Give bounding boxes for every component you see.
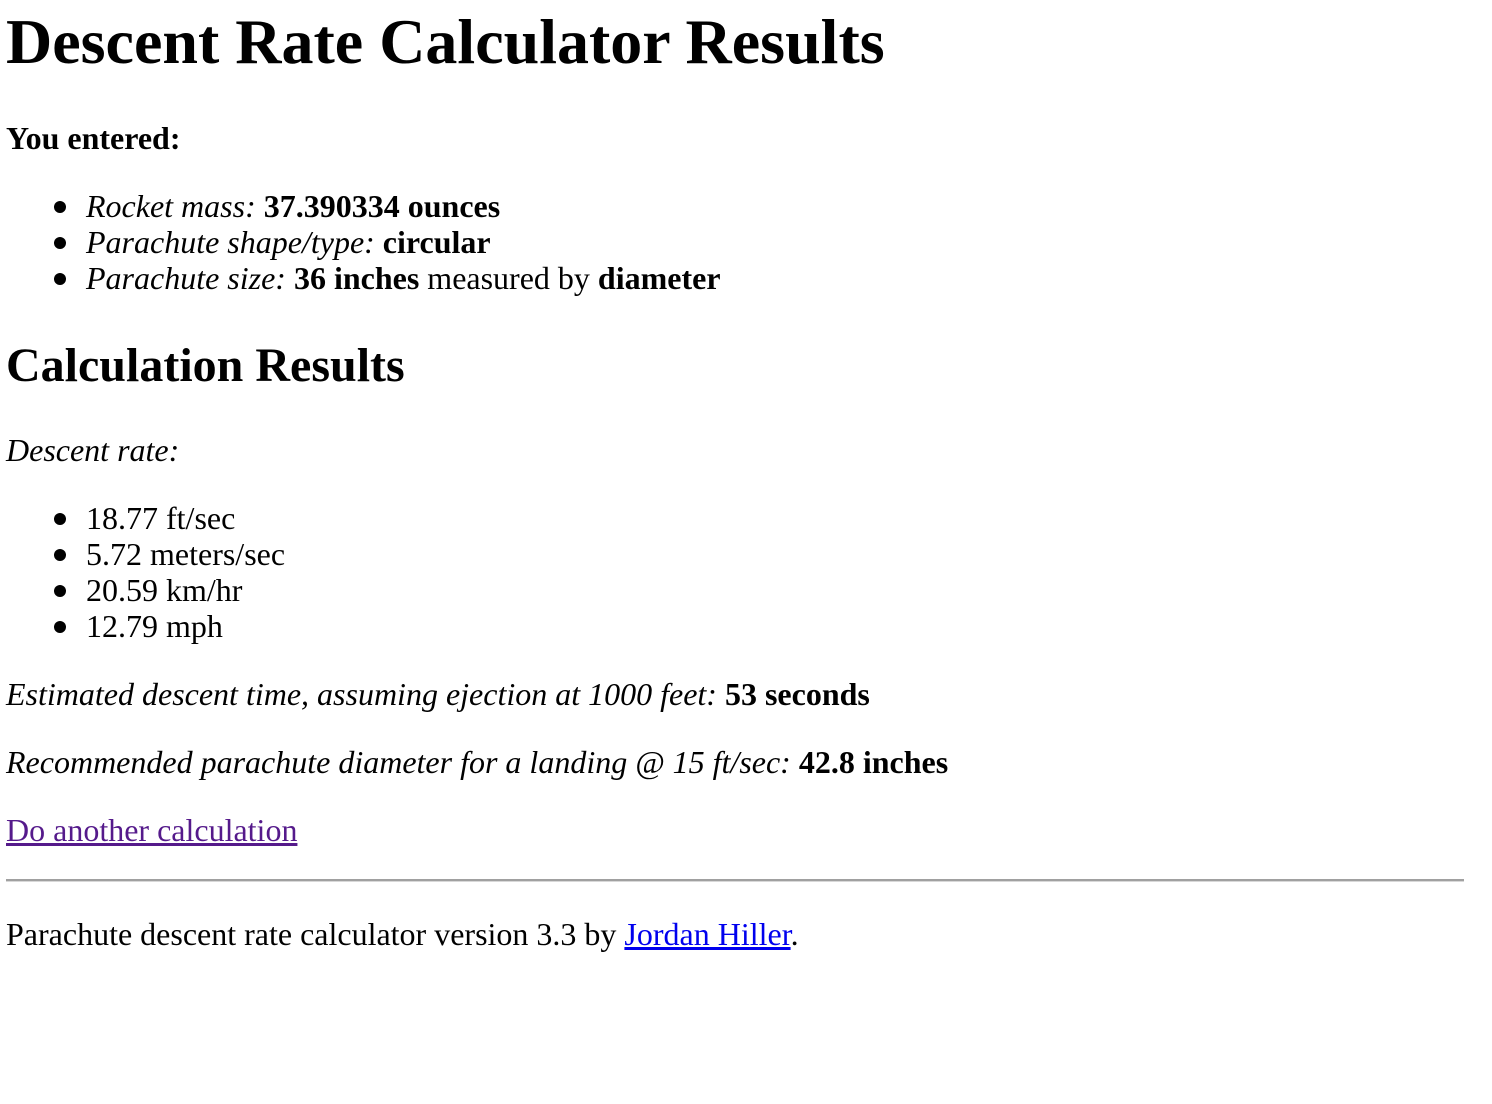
list-item: 5.72 meters/sec: [0, 536, 285, 572]
entered-heading: You entered:: [6, 120, 181, 156]
list-item: 18.77 ft/sec: [0, 500, 285, 536]
descent-rate-kmhr: 20.59 km/hr: [86, 572, 243, 608]
bullet-icon: [54, 201, 66, 213]
page-title: Descent Rate Calculator Results: [6, 6, 885, 77]
footer: Parachute descent rate calculator versio…: [6, 916, 799, 952]
list-item: Rocket mass: 37.390334 ounces: [0, 188, 721, 224]
rocket-mass-value: 37.390334 ounces: [263, 188, 501, 224]
bullet-icon: [54, 237, 66, 249]
bullet-icon: [54, 549, 66, 561]
parachute-size-measure: diameter: [597, 260, 721, 296]
author-link[interactable]: Jordan Hiller: [624, 916, 790, 952]
do-another-calculation-link[interactable]: Do another calculation: [6, 812, 297, 848]
parachute-shape-value: circular: [382, 224, 491, 260]
descent-rate-label: Descent rate:: [6, 432, 180, 468]
bullet-icon: [54, 273, 66, 285]
results-heading: Calculation Results: [6, 339, 405, 392]
bullet-icon: [54, 513, 66, 525]
descent-time-line: Estimated descent time, assuming ejectio…: [6, 676, 870, 712]
another-calc-line: Do another calculation: [6, 812, 297, 848]
divider: [6, 879, 1464, 882]
list-item: Parachute shape/type: circular: [0, 224, 721, 260]
footer-text: Parachute descent rate calculator versio…: [6, 916, 617, 952]
list-item: Parachute size: 36 inches measured by di…: [0, 260, 721, 296]
bullet-icon: [54, 585, 66, 597]
recommended-label: Recommended parachute diameter for a lan…: [6, 744, 791, 780]
descent-time-value: 53 seconds: [724, 676, 870, 712]
list-item: 20.59 km/hr: [0, 572, 285, 608]
descent-rate-mph: 12.79 mph: [86, 608, 223, 644]
recommended-line: Recommended parachute diameter for a lan…: [6, 744, 948, 780]
bullet-icon: [54, 621, 66, 633]
descent-rate-msec: 5.72 meters/sec: [86, 536, 286, 572]
descent-rate-list: 18.77 ft/sec 5.72 meters/sec 20.59 km/hr…: [0, 500, 285, 644]
parachute-size-label: Parachute size:: [86, 260, 286, 296]
descent-time-label: Estimated descent time, assuming ejectio…: [6, 676, 717, 712]
list-item: 12.79 mph: [0, 608, 285, 644]
entered-list: Rocket mass: 37.390334 ounces Parachute …: [0, 188, 721, 296]
parachute-size-value: 36 inches: [293, 260, 420, 296]
descent-rate-ftsec: 18.77 ft/sec: [86, 500, 236, 536]
recommended-value: 42.8 inches: [798, 744, 949, 780]
parachute-size-measured-text: measured by: [427, 260, 590, 296]
rocket-mass-label: Rocket mass:: [86, 188, 256, 224]
parachute-shape-label: Parachute shape/type:: [86, 224, 375, 260]
footer-period: .: [790, 916, 799, 952]
